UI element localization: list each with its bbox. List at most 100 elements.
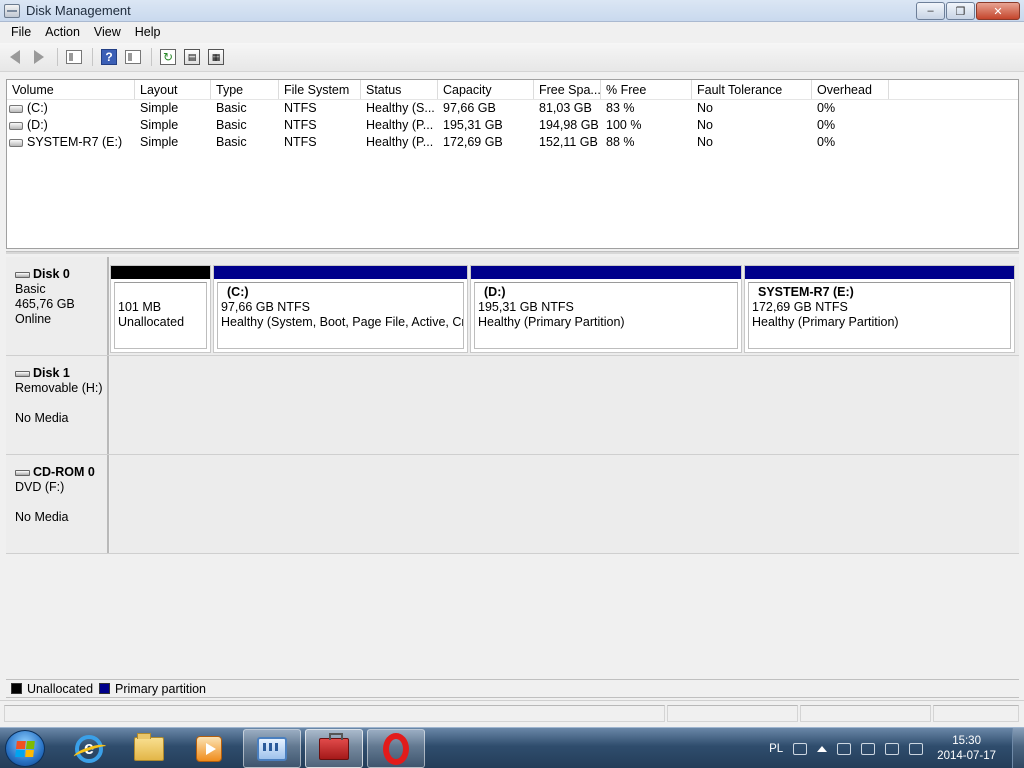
refresh-icon: ↻ — [160, 49, 176, 65]
partition-d[interactable]: (D:) 195,31 GB NTFS Healthy (Primary Par… — [470, 265, 742, 353]
media-player-icon — [196, 735, 222, 762]
forward-button[interactable] — [28, 46, 50, 68]
volume-name: (C:) — [27, 101, 48, 115]
network-signal-icon[interactable] — [885, 742, 900, 755]
volume-cell: (D:) — [7, 117, 135, 134]
taskbar-windows-explorer[interactable] — [120, 729, 178, 768]
partition-unallocated[interactable]: 101 MB Unallocated — [110, 265, 211, 353]
close-button[interactable]: ✕ — [976, 2, 1020, 20]
menu-action[interactable]: Action — [38, 22, 87, 43]
table-row[interactable]: (C:) Simple Basic NTFS Healthy (S... 97,… — [7, 100, 1018, 117]
partition-e[interactable]: SYSTEM-R7 (E:) 172,69 GB NTFS Healthy (P… — [744, 265, 1015, 353]
keyboard-icon[interactable] — [793, 742, 808, 755]
partition-details: (D:) 195,31 GB NTFS Healthy (Primary Par… — [474, 282, 738, 349]
layout-cell: Simple — [140, 101, 179, 115]
window-title: Disk Management — [26, 3, 131, 18]
pane-splitter[interactable] — [6, 251, 1019, 254]
start-button[interactable] — [5, 730, 45, 767]
console-tree-button[interactable] — [63, 46, 85, 68]
minimize-button[interactable]: – — [916, 2, 945, 20]
column-header-percent-free[interactable]: % Free — [601, 80, 692, 99]
layout-cell: Simple — [140, 135, 179, 149]
action-center-flag-icon[interactable] — [837, 742, 852, 755]
partition-bar-primary — [214, 266, 467, 279]
menu-view[interactable]: View — [87, 22, 128, 43]
file-system-cell: NTFS — [284, 101, 317, 115]
window-controls: – ❐ ✕ — [916, 2, 1020, 20]
language-indicator[interactable]: PL — [769, 743, 783, 755]
table-row[interactable]: SYSTEM-R7 (E:) Simple Basic NTFS Healthy… — [7, 134, 1018, 151]
column-header-status[interactable]: Status — [361, 80, 438, 99]
clock-time: 15:30 — [952, 734, 981, 747]
column-header-capacity[interactable]: Capacity — [438, 80, 534, 99]
system-tray: PL 15:30 2014-07-17 — [769, 728, 1024, 768]
disk-name: Disk 0 — [33, 267, 70, 281]
disk-info-disk-0[interactable]: Disk 0 Basic 465,76 GB Online — [6, 257, 109, 355]
partition-size: 195,31 GB NTFS — [478, 300, 574, 314]
windows-explorer-icon — [134, 732, 164, 761]
column-header-file-system[interactable]: File System — [279, 80, 361, 99]
percent-free-cell: 83 % — [606, 101, 635, 115]
show-desktop-button[interactable] — [1012, 728, 1024, 768]
toolbar-separator — [92, 48, 93, 66]
column-header-fault-tolerance[interactable]: Fault Tolerance — [692, 80, 812, 99]
type-cell: Basic — [216, 101, 247, 115]
status-cell: Healthy (S... — [366, 101, 435, 115]
column-header-volume[interactable]: Volume — [7, 80, 135, 99]
cdrom-icon — [15, 469, 30, 476]
opera-icon — [383, 732, 409, 765]
partition-details: (C:) 97,66 GB NTFS Healthy (System, Boot… — [217, 282, 464, 349]
disk-name: Disk 1 — [33, 366, 70, 380]
legend-item-primary: Primary partition — [99, 682, 206, 696]
partition-status: Healthy (System, Boot, Page File, Active… — [221, 315, 464, 329]
show-hidden-icons-icon[interactable] — [817, 745, 828, 752]
refresh-button[interactable]: ↻ — [157, 46, 179, 68]
legend-item-unallocated: Unallocated — [11, 682, 93, 696]
table-row[interactable]: (D:) Simple Basic NTFS Healthy (P... 195… — [7, 117, 1018, 134]
partition-size: 97,66 GB NTFS — [221, 300, 310, 314]
help-button[interactable]: ? — [98, 46, 120, 68]
volume-icon[interactable] — [909, 742, 924, 755]
disk-type: DVD (F:) — [15, 480, 65, 494]
disk-info-cdrom-0[interactable]: CD-ROM 0 DVD (F:) No Media — [6, 455, 109, 553]
fault-tolerance-cell: No — [697, 135, 713, 149]
capacity-cell: 97,66 GB — [443, 101, 496, 115]
toolbar-separator — [151, 48, 152, 66]
menu-file[interactable]: File — [4, 22, 38, 43]
safely-remove-hardware-icon[interactable] — [861, 742, 876, 755]
column-header-type[interactable]: Type — [211, 80, 279, 99]
properties-button[interactable]: ▤ — [181, 46, 203, 68]
volume-cell: SYSTEM-R7 (E:) — [7, 134, 135, 151]
menu-bar: File Action View Help — [0, 22, 1024, 43]
taskbar-media-player[interactable] — [180, 729, 238, 768]
disk-title: Disk 1 — [15, 366, 107, 381]
type-cell: Basic — [216, 135, 247, 149]
disk-graphical-view: Disk 0 Basic 465,76 GB Online 101 MB Una… — [6, 257, 1019, 677]
partition-c[interactable]: (C:) 97,66 GB NTFS Healthy (System, Boot… — [213, 265, 468, 353]
capacity-cell: 172,69 GB — [443, 135, 503, 149]
show-hide-pane-button[interactable] — [122, 46, 144, 68]
rescan-icon: ▦ — [208, 49, 224, 65]
rescan-button[interactable]: ▦ — [205, 46, 227, 68]
volume-name: (D:) — [27, 118, 48, 132]
partition-size: 101 MB — [118, 300, 162, 314]
column-header-overhead[interactable]: Overhead — [812, 80, 889, 99]
disk-partitions-cdrom-0 — [110, 455, 1019, 553]
maximize-button[interactable]: ❐ — [946, 2, 975, 20]
windows-logo-icon — [15, 740, 35, 757]
taskbar-control-panel[interactable] — [243, 729, 301, 768]
type-cell: Basic — [216, 118, 247, 132]
menu-help[interactable]: Help — [128, 22, 168, 43]
clock[interactable]: 15:30 2014-07-17 — [937, 734, 996, 764]
disk-size — [15, 495, 107, 510]
partition-size: 172,69 GB NTFS — [752, 300, 848, 314]
back-button[interactable] — [4, 46, 26, 68]
disk-info-disk-1[interactable]: Disk 1 Removable (H:) No Media — [6, 356, 109, 454]
taskbar-computer-management[interactable] — [305, 729, 363, 768]
column-header-layout[interactable]: Layout — [135, 80, 211, 99]
percent-free-cell: 88 % — [606, 135, 635, 149]
taskbar-internet-explorer[interactable]: e — [60, 729, 118, 768]
column-header-free-space[interactable]: Free Spa... — [534, 80, 601, 99]
clock-date: 2014-07-17 — [937, 749, 996, 762]
taskbar-opera[interactable] — [367, 729, 425, 768]
